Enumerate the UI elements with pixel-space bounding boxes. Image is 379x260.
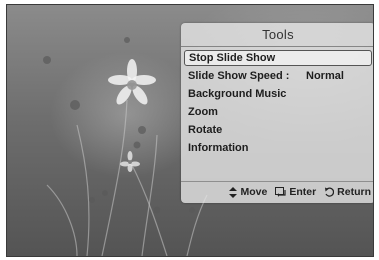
button-hints: Move Enter Return bbox=[181, 184, 371, 200]
menu-item-label: Stop Slide Show bbox=[189, 52, 276, 64]
slide-show-speed-value: Normal bbox=[306, 70, 344, 82]
menu-item-slide-show-speed[interactable]: Slide Show Speed : Normal bbox=[184, 68, 372, 84]
tools-menu-panel: Tools Stop Slide Show Slide Show Speed :… bbox=[181, 23, 373, 203]
move-label: Move bbox=[240, 186, 268, 198]
slideshow-screen: Tools Stop Slide Show Slide Show Speed :… bbox=[6, 4, 374, 257]
menu-item-zoom[interactable]: Zoom bbox=[184, 104, 372, 120]
menu-item-label: Background Music bbox=[188, 88, 287, 100]
enter-icon bbox=[275, 187, 286, 197]
up-down-arrows-icon bbox=[229, 186, 238, 198]
menu-item-rotate[interactable]: Rotate bbox=[184, 122, 372, 138]
menu-item-information[interactable]: Information bbox=[184, 140, 372, 156]
return-hint: Return bbox=[324, 186, 371, 198]
menu-item-label: Slide Show Speed : bbox=[188, 70, 290, 82]
return-label: Return bbox=[337, 186, 371, 198]
menu-item-label: Rotate bbox=[188, 124, 223, 136]
menu-item-label: Information bbox=[188, 142, 249, 154]
footer-divider bbox=[181, 181, 373, 182]
menu-item-stop-slide-show[interactable]: Stop Slide Show bbox=[184, 50, 372, 66]
panel-title: Tools bbox=[262, 27, 294, 42]
tools-menu: Stop Slide Show Slide Show Speed : Norma… bbox=[181, 50, 373, 158]
return-icon bbox=[325, 187, 335, 197]
move-hint: Move bbox=[229, 186, 267, 198]
menu-item-label: Zoom bbox=[188, 106, 218, 118]
enter-hint: Enter bbox=[275, 186, 316, 198]
title-divider bbox=[181, 46, 373, 47]
enter-label: Enter bbox=[289, 186, 317, 198]
menu-item-background-music[interactable]: Background Music bbox=[184, 86, 372, 102]
